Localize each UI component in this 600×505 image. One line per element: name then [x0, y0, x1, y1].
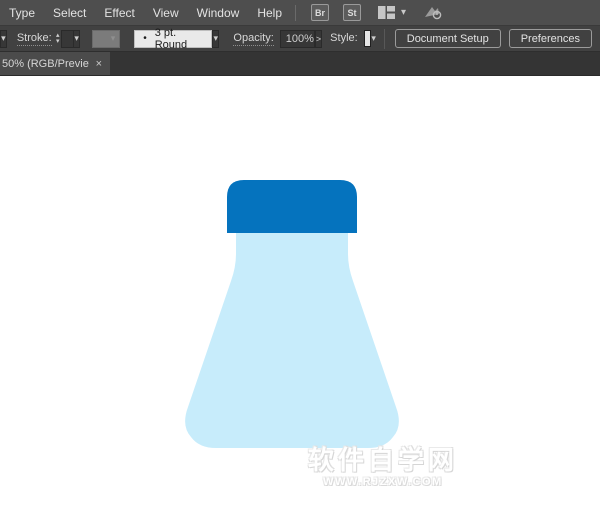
left-dropdown-chevron-icon[interactable]: ▾	[0, 30, 7, 48]
style-label: Style:	[330, 32, 358, 45]
menu-select[interactable]: Select	[44, 6, 95, 20]
variable-width-profile-dropdown: ▾	[92, 30, 120, 48]
menu-type[interactable]: Type	[0, 6, 44, 20]
flask-cap-shape[interactable]	[227, 180, 357, 233]
opacity-input[interactable]: 100%	[280, 30, 315, 48]
style-chevron-icon[interactable]: ▾	[371, 30, 377, 48]
menu-divider	[295, 5, 296, 21]
stroke-weight-chevron-icon[interactable]: ▾	[73, 30, 80, 48]
stroke-label[interactable]: Stroke:	[17, 32, 52, 46]
opacity-label[interactable]: Opacity:	[233, 32, 273, 46]
gpu-performance-icon[interactable]	[424, 5, 442, 20]
opacity-expand-button[interactable]: >	[315, 30, 322, 48]
menu-effect[interactable]: Effect	[95, 6, 143, 20]
menu-view[interactable]: View	[144, 6, 188, 20]
document-tab-label: 50% (RGB/Preview)	[2, 58, 89, 70]
artboard-canvas[interactable]: 软件自学网 WWW.RJZXW.COM	[0, 76, 600, 505]
watermark: 软件自学网 WWW.RJZXW.COM	[305, 446, 461, 488]
stroke-weight-input[interactable]	[61, 30, 73, 48]
watermark-title: 软件自学网	[305, 446, 461, 474]
menu-window[interactable]: Window	[188, 6, 249, 20]
workspace-chevron-icon[interactable]: ▾	[401, 7, 406, 18]
workspace-switcher-icon[interactable]	[378, 6, 395, 19]
brush-definition-chevron-icon[interactable]: ▾	[212, 30, 219, 48]
stepper-down-icon[interactable]: ▾	[56, 39, 60, 45]
tab-close-icon[interactable]: ×	[96, 58, 102, 70]
disabled-chevron-icon: ▾	[111, 33, 116, 44]
flask-body-shape[interactable]	[185, 226, 399, 448]
control-bar: ▾ Stroke: ▴ ▾ ▾ ▾ • 3 pt. Round ▾ Opacit…	[0, 26, 600, 52]
menu-bar: Type Select Effect View Window Help Br S…	[0, 0, 600, 26]
document-setup-button[interactable]: Document Setup	[395, 29, 501, 48]
stroke-weight-stepper[interactable]: ▴ ▾	[56, 30, 60, 48]
stock-button[interactable]: St	[343, 4, 361, 21]
menu-help[interactable]: Help	[248, 6, 291, 20]
brush-definition-value: 3 pt. Round	[155, 27, 203, 51]
style-swatch[interactable]	[364, 30, 371, 47]
flask-artwork[interactable]	[0, 76, 600, 505]
brush-definition-dropdown[interactable]: • 3 pt. Round	[134, 30, 212, 48]
watermark-url: WWW.RJZXW.COM	[305, 476, 461, 488]
document-tab[interactable]: 50% (RGB/Preview) ×	[0, 52, 110, 75]
brush-dot-icon: •	[143, 33, 147, 44]
document-tab-bar: 50% (RGB/Preview) ×	[0, 52, 600, 76]
bridge-button[interactable]: Br	[311, 4, 329, 21]
preferences-button[interactable]: Preferences	[509, 29, 592, 48]
